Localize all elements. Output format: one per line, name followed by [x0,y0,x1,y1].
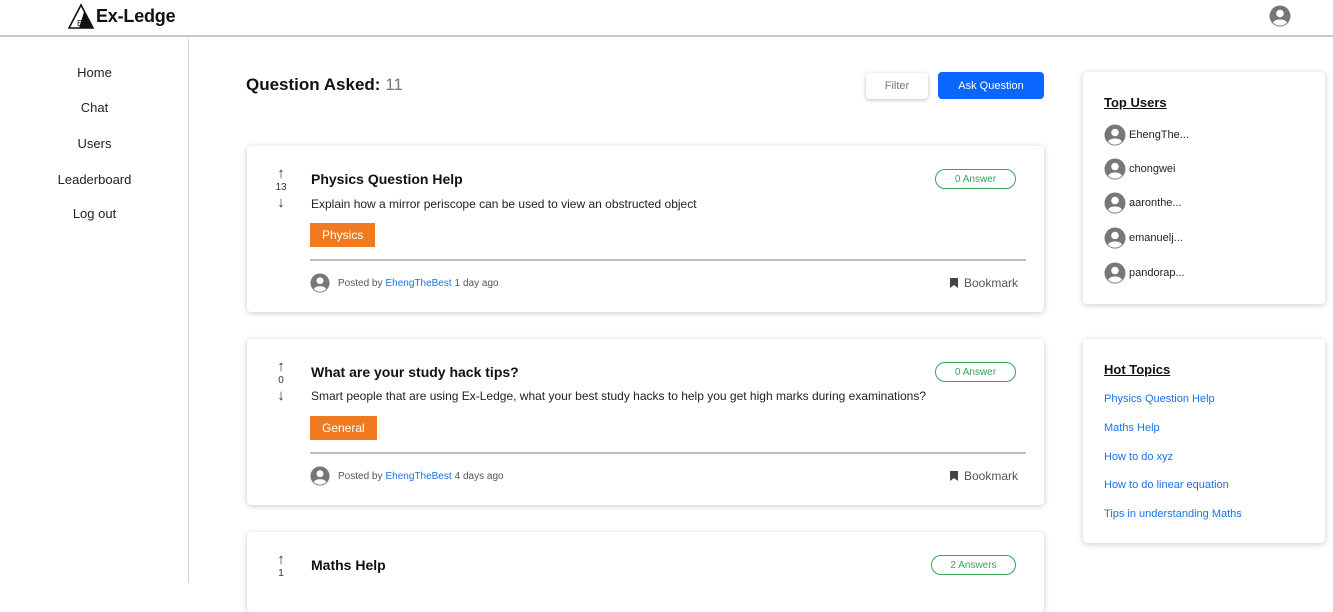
page-title-label: Question Asked: [246,75,381,94]
answer-count-badge: 0 Answer [935,169,1016,189]
question-body: Smart people that are using Ex-Ledge, wh… [311,389,927,403]
divider [310,259,1026,261]
sidebar-item-users[interactable]: Users [0,136,189,151]
post-time: 1 day ago [454,277,499,289]
question-count: 11 [385,75,403,94]
downvote-arrow-icon[interactable]: ↓ [273,388,289,403]
avatar-icon [1104,262,1126,284]
bookmark-label: Bookmark [964,469,1019,483]
question-card[interactable]: ↑ 0 ↓ What are your study hack tips? Sma… [247,339,1044,505]
top-user-name: emanuelj... [1129,232,1183,244]
post-meta: Posted by EhengTheBest 1 day ago [310,273,499,293]
top-user-name: pandorap... [1129,267,1185,279]
app-name: Ex-Ledge [96,5,176,26]
top-user-name: aaronthe... [1129,197,1182,209]
question-body: Explain how a mirror periscope can be us… [311,197,697,211]
hot-topics-title: Hot Topics [1104,362,1171,377]
top-user-item[interactable]: pandorap... [1104,262,1185,284]
hot-topics-panel: Hot Topics Physics Question Help Maths H… [1083,339,1325,543]
question-card[interactable]: ↑ 1 Maths Help 2 Answers [247,532,1044,612]
divider [310,452,1026,454]
hot-topic-link[interactable]: Physics Question Help [1104,393,1215,405]
upvote-arrow-icon[interactable]: ↑ [273,552,289,567]
author-link[interactable]: EhengTheBest [385,471,451,482]
sidebar-item-logout[interactable]: Log out [0,206,189,221]
vote-control: ↑ 13 ↓ [273,166,289,210]
bookmark-icon [950,278,958,288]
vote-count: 13 [275,182,287,193]
avatar-icon [1104,227,1126,249]
bookmark-label: Bookmark [964,276,1019,290]
avatar-icon [1104,158,1126,180]
vote-control: ↑ 0 ↓ [273,359,289,403]
answer-count-badge: 0 Answer [935,362,1016,382]
upvote-arrow-icon[interactable]: ↑ [273,359,289,374]
answer-count-badge: 2 Answers [931,555,1016,575]
vote-count: 0 [278,375,284,386]
top-user-item[interactable]: EhengThe... [1104,124,1189,146]
top-users-title: Top Users [1104,95,1167,110]
user-circle-icon[interactable] [1269,5,1291,27]
sidebar: Home Chat Users Leaderboard Log out [0,39,189,583]
avatar-icon [1104,124,1126,146]
top-user-name: chongwei [1129,163,1176,175]
upvote-arrow-icon[interactable]: ↑ [273,166,289,181]
hot-topic-link[interactable]: How to do linear equation [1104,479,1229,491]
post-time: 4 days ago [454,470,504,482]
question-title[interactable]: Physics Question Help [311,171,463,187]
logo[interactable]: E Ex-Ledge [68,3,176,29]
logo-triangle-icon: E [68,3,94,29]
top-user-item[interactable]: aaronthe... [1104,192,1182,214]
top-user-name: EhengThe... [1129,129,1189,141]
downvote-arrow-icon[interactable]: ↓ [273,195,289,210]
posted-by-label: Posted by [338,470,383,482]
hot-topic-link[interactable]: How to do xyz [1104,451,1173,463]
question-title[interactable]: What are your study hack tips? [311,364,519,380]
hot-topic-link[interactable]: Maths Help [1104,422,1160,434]
top-user-item[interactable]: chongwei [1104,158,1175,180]
sidebar-item-chat[interactable]: Chat [0,100,189,115]
sidebar-item-home[interactable]: Home [0,65,189,80]
filter-button[interactable]: Filter [866,73,928,99]
bookmark-button[interactable]: Bookmark [950,469,1018,483]
bookmark-icon [950,471,958,481]
page-title: Question Asked: 11 [246,75,403,95]
avatar-icon [310,466,330,486]
posted-by-label: Posted by [338,277,383,289]
logo-letter: E [77,19,82,28]
top-users-panel: Top Users EhengThe... chongwei aaronthe.… [1083,72,1325,304]
top-bar: E Ex-Ledge [0,0,1333,37]
avatar-icon [1104,192,1126,214]
bookmark-button[interactable]: Bookmark [950,276,1018,290]
question-title[interactable]: Maths Help [311,557,386,573]
vote-control: ↑ 1 [273,552,289,581]
ask-question-button[interactable]: Ask Question [938,72,1044,99]
post-meta: Posted by EhengTheBest 4 days ago [310,466,504,486]
question-card[interactable]: ↑ 13 ↓ Physics Question Help Explain how… [247,146,1044,312]
tag-physics[interactable]: Physics [310,223,376,247]
sidebar-item-leaderboard[interactable]: Leaderboard [0,172,189,187]
tag-general[interactable]: General [310,416,377,440]
author-link[interactable]: EhengTheBest [385,278,451,289]
avatar-icon [310,273,330,293]
top-user-item[interactable]: emanuelj... [1104,227,1183,249]
vote-count: 1 [278,568,284,579]
hot-topic-link[interactable]: Tips in understanding Maths [1104,508,1242,520]
